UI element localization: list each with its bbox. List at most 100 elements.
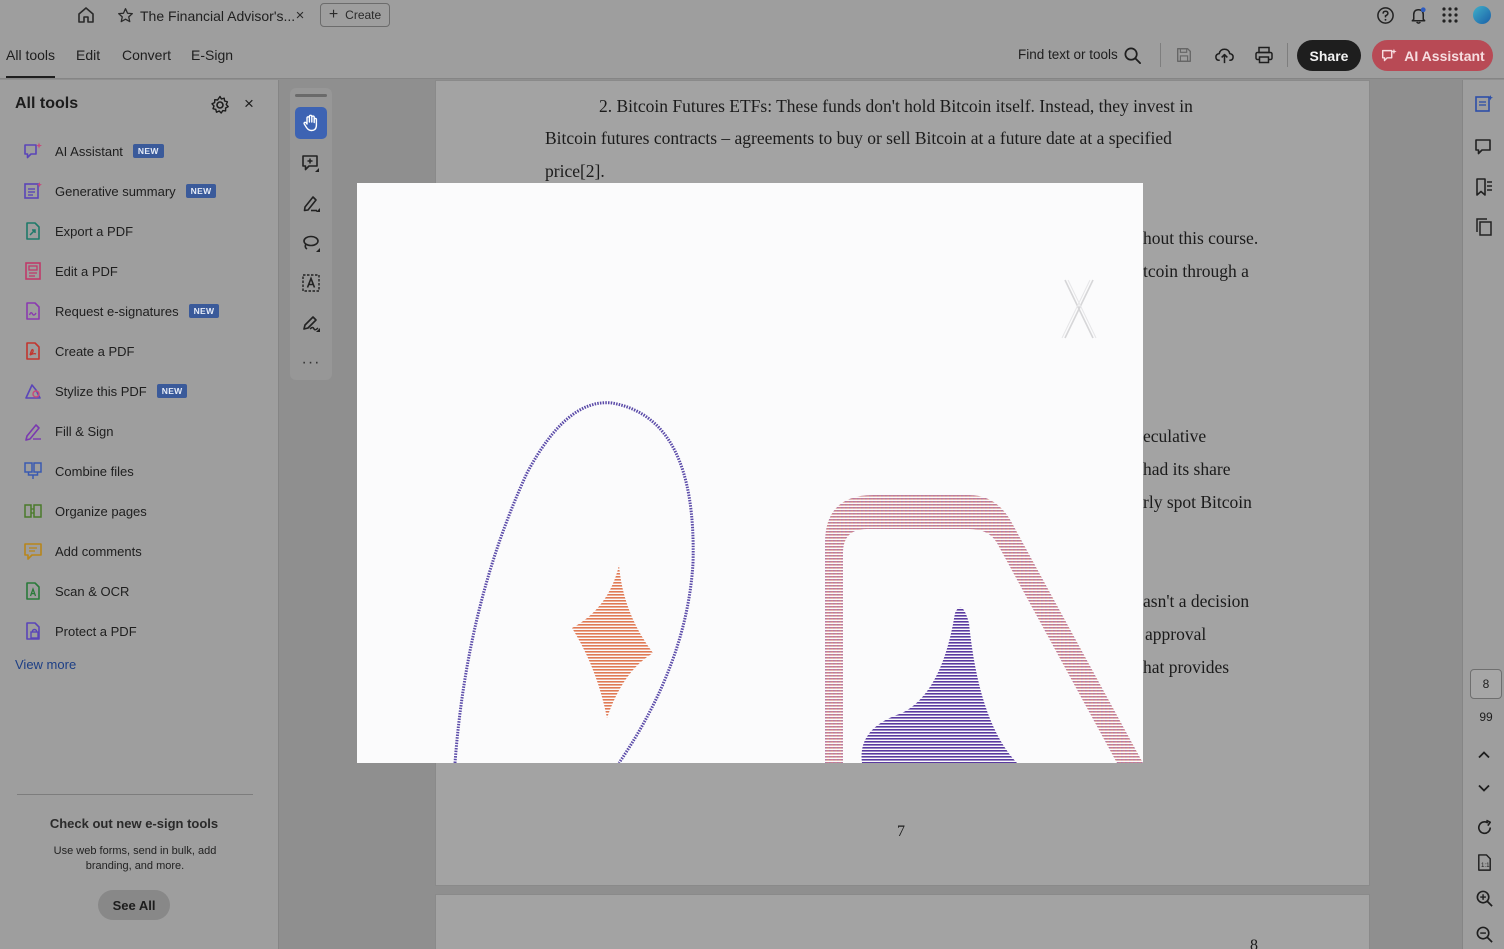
tool-organize-pages[interactable]: Organize pages <box>22 499 147 523</box>
lasso-icon[interactable] <box>295 227 327 259</box>
scan-ocr-icon <box>22 580 44 602</box>
doc-text-line: approval <box>1145 624 1207 644</box>
doc-text-line: price[2]. <box>545 161 605 181</box>
plus-icon: + <box>328 6 339 23</box>
find-text-label[interactable]: Find text or tools <box>1018 47 1118 62</box>
tool-edit-pdf[interactable]: Edit a PDF <box>22 259 118 283</box>
svg-text:1:1: 1:1 <box>1480 861 1489 868</box>
pages-icon[interactable] <box>1473 216 1495 238</box>
toolbar-divider <box>1287 43 1288 67</box>
tool-label: AI Assistant <box>55 143 123 159</box>
close-panel-icon[interactable]: × <box>244 94 254 114</box>
ai-assistant-icon <box>1382 48 1397 61</box>
create-pdf-icon <box>22 340 44 362</box>
tool-add-comments[interactable]: Add comments <box>22 539 142 563</box>
current-page-input[interactable]: 8 <box>1470 669 1502 699</box>
new-badge: NEW <box>185 184 217 198</box>
tool-create-pdf[interactable]: Create a PDF <box>22 339 134 363</box>
tab-close-icon[interactable]: × <box>290 7 310 24</box>
edit-pdf-icon <box>22 260 44 282</box>
menu-bar: All tools Edit Convert E-Sign Find text … <box>0 31 1504 79</box>
share-button[interactable]: Share <box>1297 40 1361 71</box>
sign-pen-icon[interactable] <box>295 307 327 339</box>
doc-text-line: had its share <box>1143 459 1231 479</box>
hand-icon[interactable] <box>295 107 327 139</box>
create-button[interactable]: + Create <box>320 3 390 27</box>
pdf-page-next <box>435 894 1370 949</box>
menu-convert[interactable]: Convert <box>122 47 171 63</box>
tool-label: Scan & OCR <box>55 583 130 599</box>
create-label: Create <box>345 8 382 22</box>
generative-summary-icon <box>22 180 44 202</box>
see-all-button[interactable]: See All <box>98 890 170 920</box>
text-select-icon[interactable] <box>295 267 327 299</box>
tool-fill-sign[interactable]: Fill & Sign <box>22 419 114 443</box>
chevron-up-icon[interactable] <box>1473 744 1495 766</box>
tool-label: Request e-signatures <box>55 303 179 319</box>
add-comment-icon[interactable] <box>295 147 327 179</box>
promo-text: Use web forms, send in bulk, add brandin… <box>53 845 217 872</box>
close-icon[interactable] <box>1061 278 1097 340</box>
tool-label: Combine files <box>55 463 134 479</box>
menu-edit[interactable]: Edit <box>76 47 100 63</box>
tool-export-pdf[interactable]: Export a PDF <box>22 219 133 243</box>
ai-summary-icon[interactable] <box>1473 93 1495 115</box>
avatar[interactable] <box>1471 4 1493 26</box>
tool-label: Organize pages <box>55 503 147 519</box>
tool-ai-assistant[interactable]: AI Assistant NEW <box>22 139 164 163</box>
request-signatures-icon <box>22 300 44 322</box>
tool-label: Fill & Sign <box>55 423 114 439</box>
all-tools-panel: All tools × AI Assistant NEW Generative … <box>0 80 279 949</box>
home-icon[interactable] <box>74 4 98 26</box>
panel-title: All tools <box>15 95 79 112</box>
tool-scan-ocr[interactable]: Scan & OCR <box>22 579 129 603</box>
star-icon[interactable] <box>110 7 140 24</box>
menu-e-sign[interactable]: E-Sign <box>191 47 233 63</box>
tool-label: Add comments <box>55 543 142 559</box>
highlight-pen-icon[interactable] <box>295 187 327 219</box>
page-fit-icon[interactable]: 1:1 <box>1473 851 1495 873</box>
add-comments-icon <box>22 540 44 562</box>
doc-text-line: Bitcoin futures contracts – agreements t… <box>545 128 1172 148</box>
save-icon[interactable] <box>1173 44 1195 66</box>
rotate-icon[interactable] <box>1473 816 1495 838</box>
doc-text-line: eculative <box>1143 426 1207 446</box>
tool-generative-summary[interactable]: Generative summary NEW <box>22 179 217 203</box>
quick-tools-bar: ··· <box>290 88 332 380</box>
protect-pdf-icon <box>22 620 44 642</box>
comments-icon[interactable] <box>1473 136 1495 158</box>
new-badge: NEW <box>156 384 188 398</box>
right-rail: 1:1 <box>1462 80 1504 949</box>
total-pages: 99 <box>1479 710 1493 724</box>
view-more-link[interactable]: View more <box>15 657 76 672</box>
modal-illustration <box>453 401 1143 763</box>
document-tab[interactable]: The Financial Advisor's... × <box>110 0 310 31</box>
panel-divider <box>17 794 253 795</box>
tool-stylize-pdf[interactable]: Stylize this PDF NEW <box>22 379 188 403</box>
zoom-in-icon[interactable] <box>1473 887 1495 909</box>
chevron-down-icon[interactable] <box>1473 777 1495 799</box>
menu-all-tools[interactable]: All tools <box>6 47 56 78</box>
tool-protect-pdf[interactable]: Protect a PDF <box>22 619 137 643</box>
more-tools-icon[interactable]: ··· <box>295 347 327 379</box>
ai-assistant-button[interactable]: AI Assistant <box>1372 40 1493 71</box>
help-icon[interactable] <box>1374 4 1396 26</box>
zoom-out-icon[interactable] <box>1473 923 1495 945</box>
toolbar-divider <box>1160 43 1161 67</box>
tool-request-esignatures[interactable]: Request e-signatures NEW <box>22 299 220 323</box>
bookmark-icon[interactable] <box>1473 176 1495 198</box>
search-icon[interactable] <box>1121 44 1143 66</box>
stylize-pdf-icon <box>22 380 44 402</box>
new-badge: NEW <box>188 304 220 318</box>
doc-text-line: rly spot Bitcoin <box>1143 492 1252 512</box>
upload-cloud-icon[interactable] <box>1213 44 1235 66</box>
combine-files-icon <box>22 460 44 482</box>
doc-text-line: tcoin through a <box>1143 261 1249 281</box>
toolbar-grip[interactable] <box>295 94 327 97</box>
doc-text-line: asn't a decision <box>1143 591 1250 611</box>
gear-icon[interactable] <box>210 95 230 115</box>
apps-grid-icon[interactable] <box>1439 4 1461 26</box>
notifications-icon[interactable] <box>1407 4 1429 26</box>
tool-combine-files[interactable]: Combine files <box>22 459 134 483</box>
print-icon[interactable] <box>1253 44 1275 66</box>
